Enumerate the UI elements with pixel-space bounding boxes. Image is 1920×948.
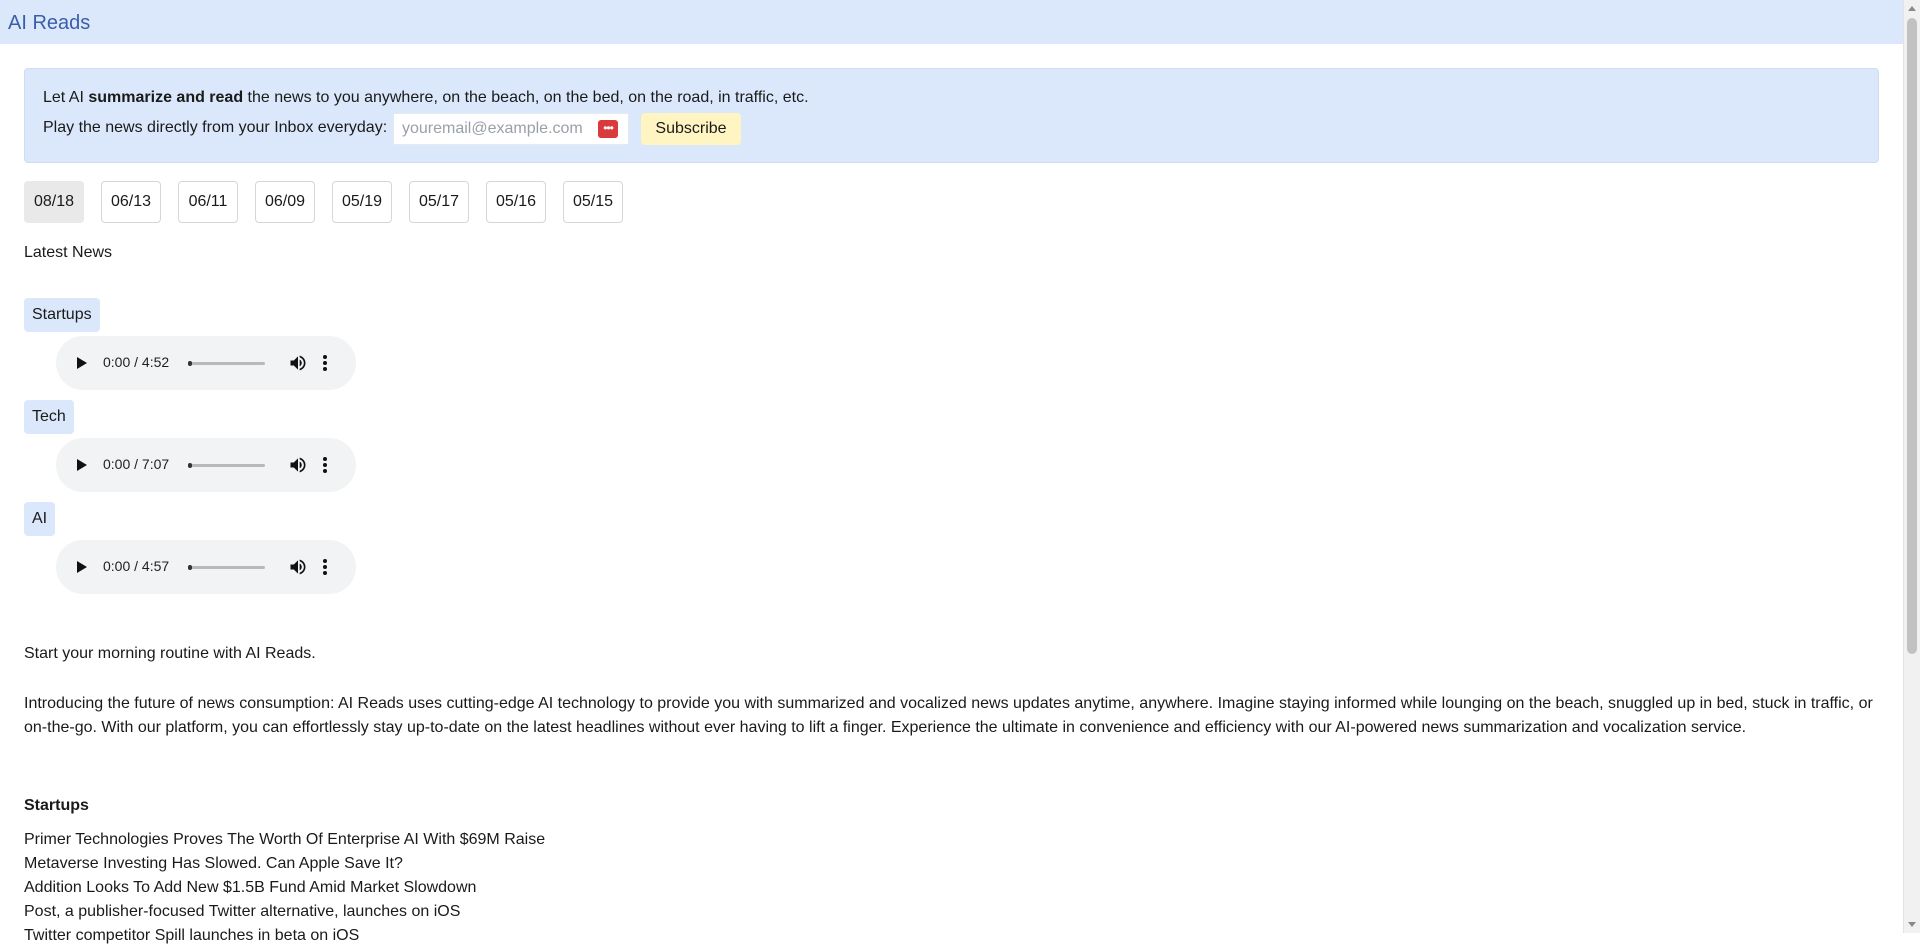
audio-time: 0:00 / 4:52 <box>103 354 170 370</box>
headline-item[interactable]: Twitter competitor Spill launches in bet… <box>24 924 545 948</box>
password-manager-icon[interactable]: ••• <box>598 120 618 138</box>
play-icon[interactable] <box>77 357 87 369</box>
seek-slider[interactable] <box>188 361 265 366</box>
audio-time: 0:00 / 7:07 <box>103 456 170 472</box>
volume-icon[interactable] <box>288 455 308 475</box>
date-button[interactable]: 06/13 <box>101 181 161 223</box>
play-icon[interactable] <box>77 561 87 573</box>
scroll-down-icon[interactable] <box>1908 922 1916 927</box>
vertical-scrollbar[interactable] <box>1903 0 1920 933</box>
app-title[interactable]: AI Reads <box>8 12 90 35</box>
category-label: AI <box>24 502 56 536</box>
seek-knob[interactable] <box>188 565 192 570</box>
volume-icon[interactable] <box>288 557 308 577</box>
headline-item[interactable]: Post, a publisher-focused Twitter altern… <box>24 900 545 924</box>
scroll-up-icon[interactable] <box>1908 6 1916 11</box>
audio-player: 0:00 / 4:57 <box>56 540 356 594</box>
date-button[interactable]: 05/19 <box>332 181 392 223</box>
headline-item[interactable]: Addition Looks To Add New $1.5B Fund Ami… <box>24 876 545 900</box>
category-label: Startups <box>24 298 100 332</box>
headline-list: Primer Technologies Proves The Worth Of … <box>24 828 545 948</box>
seek-knob[interactable] <box>188 361 192 366</box>
description-text: Introducing the future of news consumpti… <box>24 695 1873 736</box>
headline-item[interactable]: Primer Technologies Proves The Worth Of … <box>24 828 545 852</box>
promo-tagline-bold: summarize and read <box>88 89 244 106</box>
more-options-icon[interactable] <box>322 353 328 373</box>
promo-tagline-prefix: Let AI <box>43 89 89 106</box>
promo-tagline-suffix: the news to you anywhere, on the beach, … <box>243 89 809 106</box>
date-button[interactable]: 05/17 <box>409 181 469 223</box>
intro-text: Start your morning routine with AI Reads… <box>24 645 316 662</box>
category-label: Tech <box>24 400 74 434</box>
audio-time: 0:00 / 4:57 <box>103 558 170 574</box>
date-button[interactable]: 06/09 <box>255 181 315 223</box>
more-options-icon[interactable] <box>322 455 328 475</box>
top-bar: AI Reads <box>0 0 1903 44</box>
seek-slider[interactable] <box>188 565 265 570</box>
seek-slider[interactable] <box>188 463 265 468</box>
subscribe-banner: Let AI summarize and read the news to yo… <box>24 68 1879 163</box>
volume-icon[interactable] <box>288 353 308 373</box>
headline-item[interactable]: Metaverse Investing Has Slowed. Can Appl… <box>24 852 545 876</box>
date-button[interactable]: 05/16 <box>486 181 546 223</box>
date-button[interactable]: 05/15 <box>563 181 623 223</box>
audio-player: 0:00 / 4:52 <box>56 336 356 390</box>
play-icon[interactable] <box>77 459 87 471</box>
promo-inbox-label: Play the news directly from your Inbox e… <box>43 119 388 136</box>
audio-player: 0:00 / 7:07 <box>56 438 356 492</box>
date-button[interactable]: 06/11 <box>178 181 238 223</box>
email-placeholder: youremail@example.com <box>402 120 583 137</box>
seek-knob[interactable] <box>188 463 192 468</box>
subscribe-button[interactable]: Subscribe <box>641 113 741 145</box>
scrollbar-thumb[interactable] <box>1907 18 1917 654</box>
promo-tagline: Let AI summarize and read the news to yo… <box>43 89 809 107</box>
email-input[interactable]: youremail@example.com ••• <box>393 113 629 145</box>
latest-news-heading: Latest News <box>24 244 113 261</box>
date-button[interactable]: 08/18 <box>24 181 84 223</box>
section-title: Startups <box>24 797 89 814</box>
more-options-icon[interactable] <box>322 557 328 577</box>
